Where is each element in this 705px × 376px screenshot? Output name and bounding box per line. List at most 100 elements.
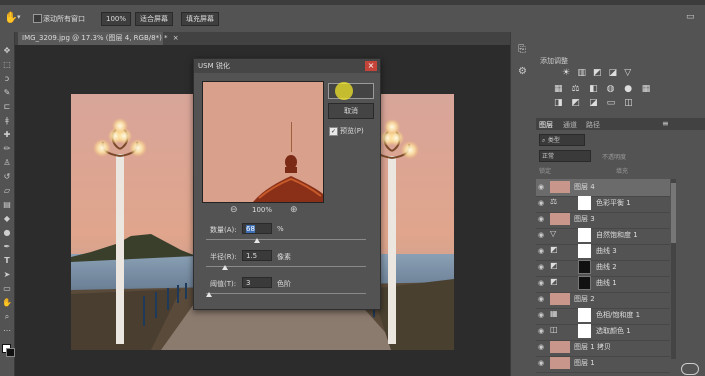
layer-thumbnail <box>550 181 570 193</box>
layers-scrollbar-thumb[interactable] <box>671 183 676 243</box>
hand-tool-icon[interactable]: ✋ <box>4 11 18 24</box>
blur-tool-icon[interactable]: ◆ <box>2 214 12 224</box>
photo-filter-icon[interactable]: ◍ <box>607 84 622 94</box>
layer-options-icon[interactable] <box>681 363 699 375</box>
document-tab[interactable]: IMG_3209.jpg @ 17.3% (图层 4, RGB/8*) * × <box>18 32 179 45</box>
eyedropper-tool-icon[interactable]: ǂ <box>2 116 12 126</box>
amount-slider-thumb[interactable] <box>254 238 261 243</box>
visibility-eye-icon[interactable]: ◉ <box>538 263 547 272</box>
visibility-eye-icon[interactable]: ◉ <box>538 327 547 336</box>
levels-icon[interactable]: ▥ <box>578 68 591 78</box>
workspace-icon[interactable]: ▭ <box>686 12 695 22</box>
scroll-all-windows-checkbox[interactable] <box>33 14 42 23</box>
threshold-slider-track[interactable] <box>206 293 366 294</box>
background-color-swatch[interactable] <box>6 348 15 357</box>
amount-input[interactable]: 68 <box>242 223 272 234</box>
quick-select-tool-icon[interactable]: ✎ <box>2 88 12 98</box>
visibility-eye-icon[interactable]: ◉ <box>538 295 547 304</box>
layer-name: 图层 1 <box>574 359 595 367</box>
history-panel-icon[interactable]: ⎘ <box>518 44 526 55</box>
kind-filter-select[interactable]: ⌕ 类型 <box>539 134 585 146</box>
threshold-slider-thumb[interactable] <box>206 292 213 297</box>
hand-tool-icon[interactable]: ✋ <box>2 298 12 308</box>
tab-channels[interactable]: 通道 <box>563 120 577 130</box>
radius-slider-track[interactable] <box>206 266 366 267</box>
layer-mask-thumbnail <box>578 276 591 290</box>
lasso-tool-icon[interactable]: ↄ <box>2 74 12 84</box>
tab-layers[interactable]: 图层 <box>539 120 553 130</box>
panel-menu-icon[interactable]: ≡ <box>662 119 669 128</box>
tool-preset-chevron-icon[interactable]: ▾ <box>17 13 21 21</box>
posterize-icon[interactable]: ◩ <box>572 98 587 108</box>
visibility-eye-icon[interactable]: ◉ <box>538 247 547 256</box>
amount-value: 68 <box>246 225 255 233</box>
radius-slider-thumb[interactable] <box>222 265 229 270</box>
healing-brush-tool-icon[interactable]: ✚ <box>2 130 12 140</box>
fit-screen-button[interactable]: 适合屏幕 <box>135 12 173 26</box>
visibility-eye-icon[interactable]: ◉ <box>538 343 547 352</box>
brush-tool-icon[interactable]: ✏ <box>2 144 12 154</box>
search-icon: ⌕ <box>542 137 546 144</box>
close-icon[interactable]: × <box>365 61 377 71</box>
layer-name: 曲线 1 <box>596 279 617 287</box>
hue-saturation-icon[interactable]: ▦ <box>554 84 569 94</box>
black-white-icon[interactable]: ◧ <box>589 84 604 94</box>
threshold-input[interactable]: 3 <box>242 277 272 288</box>
blend-mode-select[interactable]: 正常 <box>539 150 591 162</box>
curves-icon[interactable]: ◩ <box>593 68 606 78</box>
visibility-eye-icon[interactable]: ◉ <box>538 199 547 208</box>
pen-tool-icon[interactable]: ✒ <box>2 242 12 252</box>
visibility-eye-icon[interactable]: ◉ <box>538 183 547 192</box>
marquee-tool-icon[interactable]: ⬚ <box>2 60 12 70</box>
cancel-button[interactable]: 取消 <box>328 103 374 119</box>
color-lookup-icon[interactable]: ▦ <box>642 84 657 94</box>
vibrance-icon[interactable]: ▽ <box>624 68 637 78</box>
layers-scrollbar[interactable] <box>671 179 676 359</box>
tools-panel: ✥ ⬚ ↄ ✎ ⊏ ǂ ✚ ✏ ♙ ↺ ▱ ▤ ◆ ● ✒ T ➤ ▭ ✋ ⌕ … <box>0 32 15 376</box>
path-select-tool-icon[interactable]: ➤ <box>2 270 12 280</box>
invert-icon[interactable]: ◨ <box>554 98 569 108</box>
dodge-tool-icon[interactable]: ● <box>2 228 12 238</box>
layer-name: 图层 1 拷贝 <box>574 343 611 351</box>
gradient-tool-icon[interactable]: ▤ <box>2 200 12 210</box>
zoom-in-icon[interactable]: ⊕ <box>290 205 298 215</box>
adjustment-layer-icon: ◩ <box>550 277 558 286</box>
type-tool-icon[interactable]: T <box>2 256 12 266</box>
visibility-eye-icon[interactable]: ◉ <box>538 215 547 224</box>
crop-tool-icon[interactable]: ⊏ <box>2 102 12 112</box>
close-tab-icon[interactable]: × <box>173 34 179 42</box>
threshold-icon[interactable]: ◪ <box>589 98 604 108</box>
layer-row[interactable]: ◉ 图层 1 <box>536 355 670 373</box>
amount-slider-track[interactable] <box>206 239 366 240</box>
history-brush-tool-icon[interactable]: ↺ <box>2 172 12 182</box>
color-balance-icon[interactable]: ⚖ <box>572 84 587 94</box>
properties-panel-icon[interactable]: ⚙ <box>518 66 527 77</box>
clone-stamp-tool-icon[interactable]: ♙ <box>2 158 12 168</box>
filter-preview[interactable] <box>202 81 324 203</box>
exposure-icon[interactable]: ◪ <box>609 68 622 78</box>
visibility-eye-icon[interactable]: ◉ <box>538 311 547 320</box>
tab-paths[interactable]: 路径 <box>586 120 600 130</box>
gradient-map-icon[interactable]: ▭ <box>607 98 622 108</box>
zoom-out-icon[interactable]: ⊖ <box>230 205 238 215</box>
channel-mixer-icon[interactable]: ● <box>624 84 639 94</box>
brightness-contrast-icon[interactable]: ☀ <box>562 68 575 78</box>
zoom-tool-icon[interactable]: ⌕ <box>2 312 12 322</box>
adjustments-panel-title: 添加调整 <box>540 57 568 65</box>
eraser-tool-icon[interactable]: ▱ <box>2 186 12 196</box>
preview-checkbox[interactable]: ✓ <box>329 127 338 136</box>
radius-input[interactable]: 1.5 <box>242 250 272 261</box>
visibility-eye-icon[interactable]: ◉ <box>538 359 547 368</box>
shape-tool-icon[interactable]: ▭ <box>2 284 12 294</box>
edit-toolbar-icon[interactable]: ⋯ <box>2 326 12 336</box>
layers-panel: 图层 通道 路径 ≡ ⌕ 类型 正常 不透明度 锁定 填充 ◉ 图层 4 ◉ ⚖… <box>536 118 705 376</box>
visibility-eye-icon[interactable]: ◉ <box>538 231 547 240</box>
dialog-titlebar[interactable]: USM 锐化 × <box>194 59 380 73</box>
zoom-100-button[interactable]: 100% <box>101 12 131 26</box>
selective-color-icon[interactable]: ◫ <box>624 98 639 108</box>
move-tool-icon[interactable]: ✥ <box>2 46 12 56</box>
adjustment-layer-icon: ◩ <box>550 245 558 254</box>
layer-mask-thumbnail <box>578 228 591 242</box>
fill-screen-button[interactable]: 填充屏幕 <box>181 12 219 26</box>
visibility-eye-icon[interactable]: ◉ <box>538 279 547 288</box>
